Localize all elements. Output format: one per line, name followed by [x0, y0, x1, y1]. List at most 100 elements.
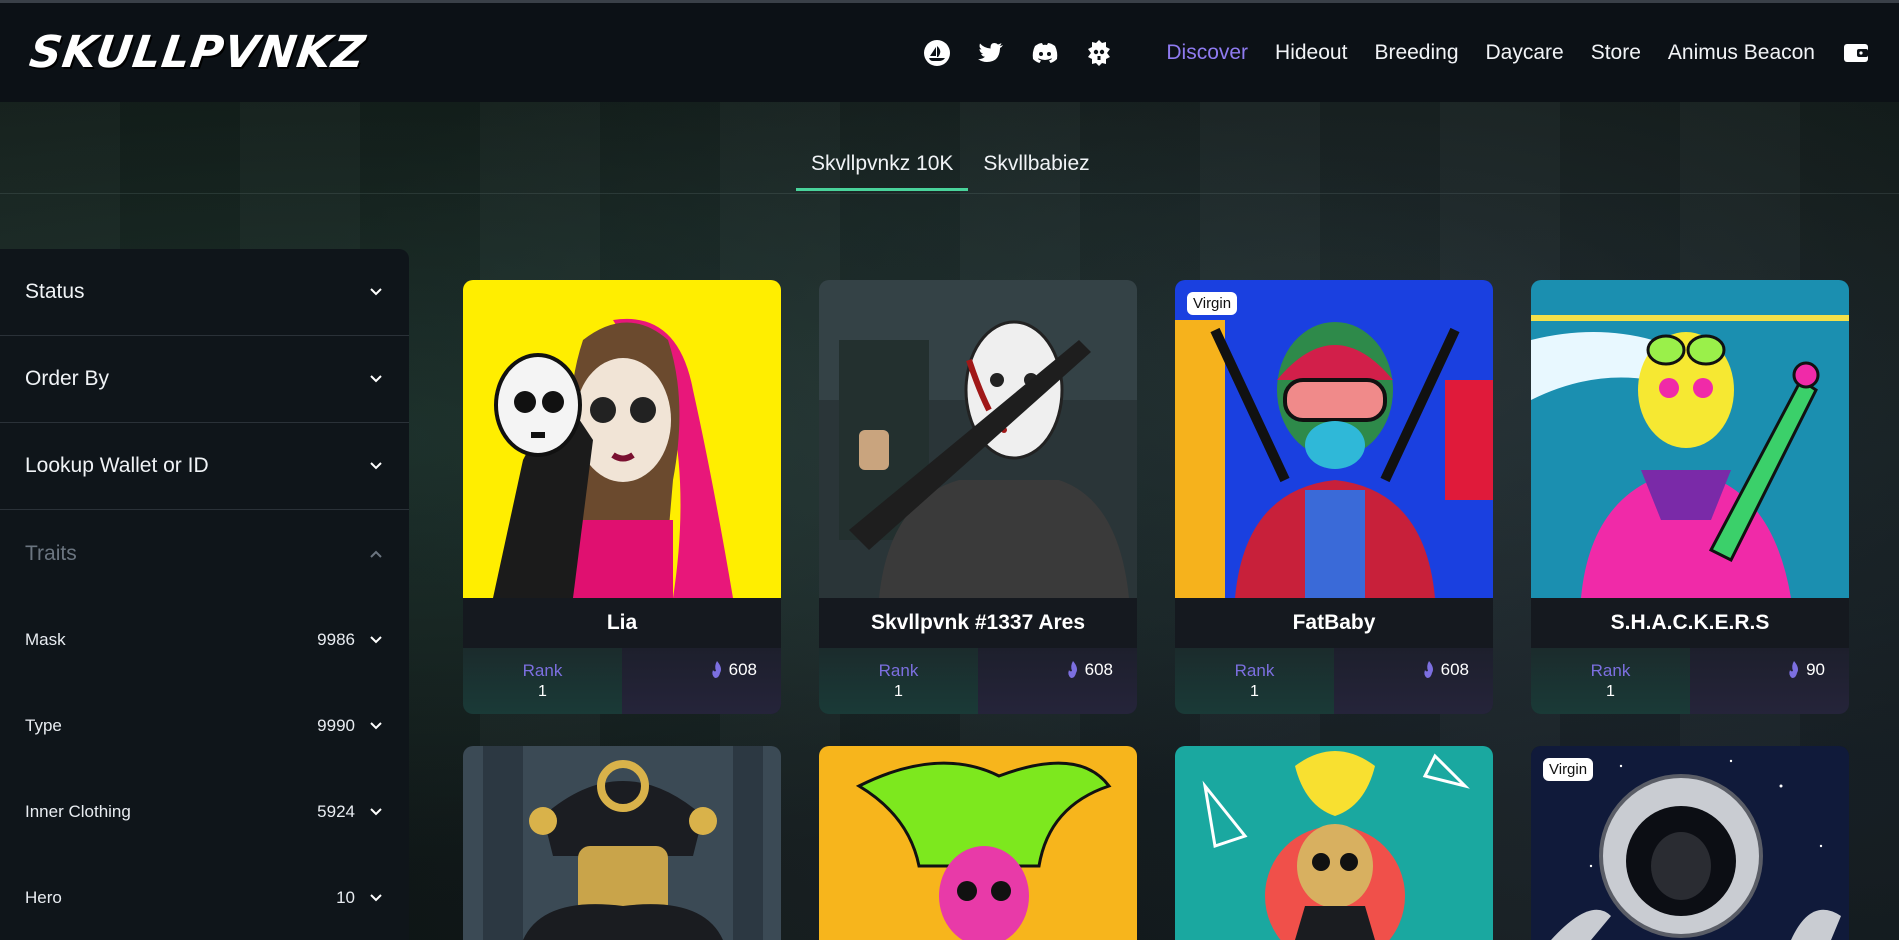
score-box: 90 — [1690, 648, 1849, 714]
rank-value: 1 — [894, 683, 903, 700]
chevron-down-icon — [370, 375, 382, 383]
score-box: 608 — [622, 648, 781, 714]
top-navbar: SKULLPVNKZ Discover Hideout Breeding Day… — [0, 3, 1899, 102]
trait-mask[interactable]: Mask 9986 — [0, 597, 409, 683]
trait-name: Inner Clothing — [25, 802, 131, 821]
nft-card[interactable] — [819, 746, 1137, 940]
rank-value: 1 — [1250, 683, 1259, 700]
nft-image — [819, 280, 1137, 598]
chevron-up-icon — [370, 550, 382, 558]
twitter-icon[interactable] — [977, 39, 1005, 67]
rank-label: Rank — [1234, 661, 1275, 680]
wallet-icon[interactable] — [1843, 42, 1869, 64]
rank-value: 1 — [538, 683, 547, 700]
trait-count: 10 — [336, 888, 355, 907]
rank-box: Rank 1 — [463, 648, 622, 714]
rank-value: 1 — [1606, 683, 1615, 700]
chevron-down-icon — [370, 722, 382, 730]
trait-count: 9986 — [317, 630, 355, 649]
rank-box: Rank 1 — [1175, 648, 1334, 714]
nav-discover[interactable]: Discover — [1166, 41, 1248, 65]
trait-inner-clothing[interactable]: Inner Clothing 5924 — [0, 769, 409, 855]
nft-card[interactable]: Lia Rank 1 608 — [463, 280, 781, 714]
filter-order-by[interactable]: Order By — [0, 336, 409, 423]
ether-flame-icon — [1789, 661, 1799, 678]
trait-count: 9990 — [317, 716, 355, 735]
ether-flame-icon — [1423, 661, 1433, 678]
nft-name: FatBaby — [1292, 611, 1376, 634]
trait-meta: 10 — [336, 888, 383, 908]
nft-image — [463, 746, 781, 940]
tabs-divider — [0, 193, 1899, 194]
filter-traits[interactable]: Traits — [0, 510, 409, 597]
trait-meta: 5924 — [317, 802, 383, 822]
nft-stats: Rank 1 608 — [819, 648, 1137, 714]
chevron-down-icon — [370, 894, 382, 902]
virgin-badge: Virgin — [1543, 758, 1594, 781]
nft-image — [463, 280, 781, 598]
chevron-down-icon — [370, 808, 382, 816]
filter-lookup-wallet-label: Lookup Wallet or ID — [25, 454, 209, 477]
filter-status[interactable]: Status — [0, 249, 409, 336]
rank-label: Rank — [522, 661, 563, 680]
score-box: 608 — [978, 648, 1137, 714]
nft-name: S.H.A.C.K.E.R.S — [1610, 611, 1770, 634]
chevron-down-icon — [370, 462, 382, 470]
nav-breeding[interactable]: Breeding — [1374, 41, 1458, 65]
chevron-down-icon — [370, 636, 382, 644]
site-logo[interactable]: SKULLPVNKZ — [26, 27, 368, 78]
trait-count: 5924 — [317, 802, 355, 821]
filter-lookup-wallet[interactable]: Lookup Wallet or ID — [0, 423, 409, 510]
main-nav: Discover Hideout Breeding Daycare Store … — [923, 39, 1869, 67]
skull-gear-icon[interactable] — [1085, 39, 1113, 67]
tab-skvllpvnkz-10k[interactable]: Skvllpvnkz 10K — [796, 148, 969, 191]
nav-hideout[interactable]: Hideout — [1275, 41, 1347, 65]
ether-flame-icon — [711, 661, 721, 678]
filter-order-by-label: Order By — [25, 367, 110, 390]
nft-image: Virgin — [1531, 746, 1849, 940]
trait-hero[interactable]: Hero 10 — [0, 855, 409, 940]
nft-image — [1531, 280, 1849, 598]
ether-flame-icon — [1067, 661, 1077, 678]
nft-card[interactable]: Skvllpvnk #1337 Ares Rank 1 608 — [819, 280, 1137, 714]
score-value: 608 — [1084, 660, 1113, 679]
trait-name: Mask — [25, 630, 66, 649]
score-value: 90 — [1806, 660, 1825, 679]
trait-name: Hero — [25, 888, 62, 907]
score-value: 608 — [1440, 660, 1469, 679]
rank-box: Rank 1 — [819, 648, 978, 714]
filter-sidebar: Status Order By Lookup Wallet or ID Trai… — [0, 249, 409, 940]
rank-box: Rank 1 — [1531, 648, 1690, 714]
rank-label: Rank — [878, 661, 919, 680]
nft-card[interactable]: S.H.A.C.K.E.R.S Rank 1 90 — [1531, 280, 1849, 714]
tab-skvllbabiez[interactable]: Skvllbabiez — [968, 148, 1104, 191]
nft-image — [819, 746, 1137, 940]
nft-stats: Rank 1 608 — [463, 648, 781, 714]
score-value: 608 — [728, 660, 757, 679]
nav-store[interactable]: Store — [1591, 41, 1641, 65]
nft-card[interactable]: Virgin — [1531, 746, 1849, 940]
nft-stats: Rank 1 608 — [1175, 648, 1493, 714]
rank-label: Rank — [1590, 661, 1631, 680]
nft-card[interactable]: Virgin FatBaby Rank 1 608 — [1175, 280, 1493, 714]
nft-card[interactable] — [1175, 746, 1493, 940]
score-box: 608 — [1334, 648, 1493, 714]
nav-daycare[interactable]: Daycare — [1486, 41, 1564, 65]
nft-image — [1175, 746, 1493, 940]
filter-status-label: Status — [25, 280, 85, 303]
trait-meta: 9986 — [317, 630, 383, 650]
nav-animus-beacon[interactable]: Animus Beacon — [1668, 41, 1815, 65]
nft-stats: Rank 1 90 — [1531, 648, 1849, 714]
nft-card[interactable] — [463, 746, 781, 940]
collection-tabs: Skvllpvnkz 10K Skvllbabiez — [796, 148, 1105, 191]
opensea-icon[interactable] — [923, 39, 951, 67]
trait-type[interactable]: Type 9990 — [0, 683, 409, 769]
nft-name: Skvllpvnk #1337 Ares — [870, 611, 1086, 634]
trait-name: Type — [25, 716, 62, 735]
nft-image: Virgin — [1175, 280, 1493, 598]
trait-meta: 9990 — [317, 716, 383, 736]
filter-traits-label: Traits — [25, 541, 77, 565]
chevron-down-icon — [370, 288, 382, 296]
nft-name: Lia — [606, 611, 638, 634]
discord-icon[interactable] — [1031, 39, 1059, 67]
